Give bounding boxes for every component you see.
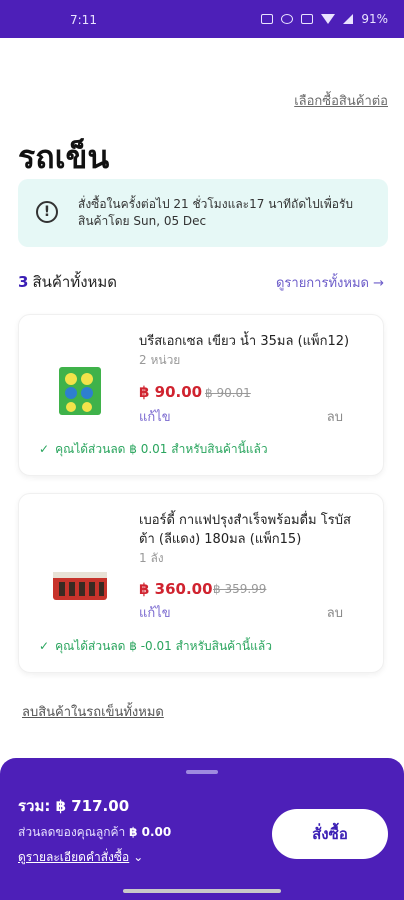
battery-level: 91% [361,12,388,26]
item-count-label: สินค้าทั้งหมด [32,273,118,291]
discount-text: คุณได้ส่วนลด ฿ -0.01 สำหรับสินค้านี้แล้ว [55,639,272,653]
savings-value: ฿ 0.00 [129,825,172,839]
chevron-down-icon: ⌄ [133,850,144,864]
place-order-button[interactable]: สั่งซื้อ [272,809,388,859]
savings-label: ส่วนลดของคุณลูกค้า [18,825,126,839]
delivery-notice-text: สั่งซื้อในครั้งต่อไป 21 ชั่วโมงและ17 นาท… [78,197,354,228]
gesture-nav-bar[interactable] [123,889,281,893]
cart-item-card: เบอร์ดี้ กาแฟปรุงสำเร็จพร้อมดื่ม โรบัสต้… [18,493,384,673]
wifi-icon [321,14,336,24]
discount-note: ✓ คุณได้ส่วนลด ฿ 0.01 สำหรับสินค้านี้แล้ว [39,440,268,459]
delete-button[interactable]: ลบ [327,602,343,623]
product-price: ฿ 90.00 [139,383,203,401]
order-details-link[interactable]: ดูรายละเอียดคำสั่งซื้อ ⌄ [18,848,143,867]
status-bar: 7:11 91% [0,0,404,38]
check-icon: ✓ [39,442,50,456]
drag-handle[interactable] [186,770,218,774]
status-time: 7:11 [70,13,97,27]
product-name: เบอร์ดี้ กาแฟปรุงสำเร็จพร้อมดื่ม โรบัสต้… [139,513,351,547]
page-title: รถเข็น [18,138,110,176]
cart-summary-row: 3 สินค้าทั้งหมด ดูรายการทั้งหมด → [18,270,388,292]
order-details-label: ดูรายละเอียดคำสั่งซื้อ [18,850,130,864]
product-name: บรีสเอกเซล เขียว น้ำ 35มล (แพ็ก12) [139,334,350,349]
product-old-price: ฿ 90.01 [205,386,251,400]
info-icon: ! [36,201,58,223]
discount-text: คุณได้ส่วนลด ฿ 0.01 สำหรับสินค้านี้แล้ว [55,442,268,456]
alarm-icon [281,14,294,24]
cart-item-card: บรีสเอกเซล เขียว น้ำ 35มล (แพ็ก12) 2 หน่… [18,314,384,476]
product-quantity: 2 หน่วย [139,353,181,367]
delete-button[interactable]: ลบ [327,406,343,427]
edit-button[interactable]: แก้ไข [139,602,171,623]
discount-note: ✓ คุณได้ส่วนลด ฿ -0.01 สำหรับสินค้านี้แล้… [39,637,272,656]
clear-cart-link[interactable]: ลบสินค้าในรถเข็นทั้งหมด [22,701,164,722]
view-all-link[interactable]: ดูรายการทั้งหมด → [276,272,384,293]
customer-savings: ส่วนลดของคุณลูกค้า ฿ 0.00 [18,823,171,842]
product-old-price: ฿ 359.99 [213,582,267,596]
product-thumbnail-birdy [53,572,107,600]
product-quantity: 1 ลัง [139,551,164,565]
signal-icon [343,14,354,24]
keyboard-icon [261,14,274,24]
edit-button[interactable]: แก้ไข [139,406,171,427]
order-total: รวม: ฿ 717.00 [18,797,130,815]
continue-shopping-link[interactable]: เลือกซื้อสินค้าต่อ [294,90,388,111]
check-icon: ✓ [39,639,50,653]
delivery-notice: ! สั่งซื้อในครั้งต่อไป 21 ชั่วโมงและ17 น… [18,179,388,247]
item-count: 3 [18,273,29,291]
product-price: ฿ 360.00 [139,580,213,598]
status-icons: 91% [261,12,388,26]
product-thumbnail-breeze [59,367,101,415]
gallery-icon [301,14,314,24]
checkout-panel: รวม: ฿ 717.00 ส่วนลดของคุณลูกค้า ฿ 0.00 … [0,758,404,900]
